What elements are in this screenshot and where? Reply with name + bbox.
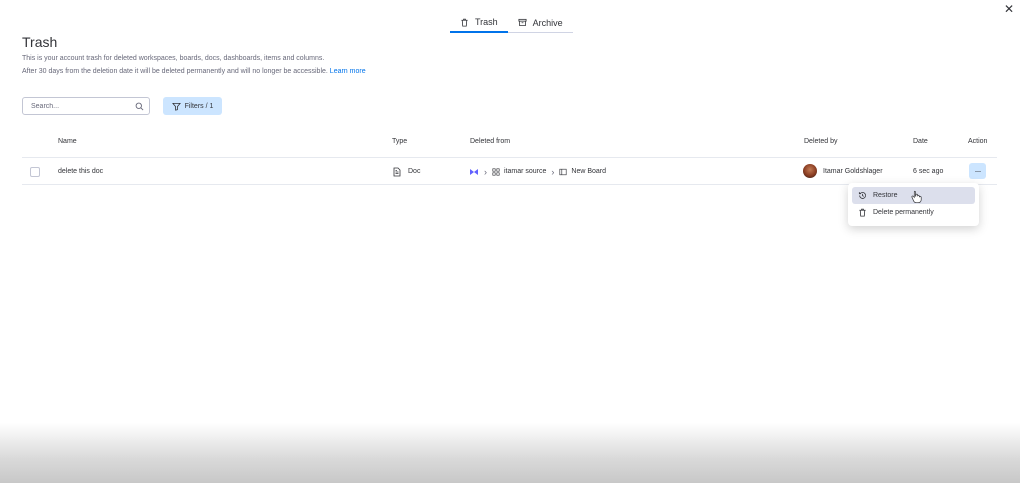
avatar [803,164,817,178]
description-line-1: This is your account trash for deleted w… [22,55,325,62]
description-line-2: After 30 days from the deletion date it … [22,68,366,75]
column-header-name: Name [58,138,77,145]
row-date: 6 sec ago [913,168,944,175]
column-header-action: Action [968,138,988,145]
filters-label: Filters / 1 [184,102,214,110]
tab-trash-label: Trash [475,17,498,27]
column-header-date: Date [913,138,928,145]
chevron-right-icon: › [484,166,487,177]
menu-item-delete-permanently[interactable]: Delete permanently [852,204,975,221]
filters-button[interactable]: Filters / 1 [163,97,222,115]
path-workspace[interactable]: itamar source [504,168,546,175]
description-line-2-text: After 30 days from the deletion date it … [22,68,328,75]
search-box [22,97,150,115]
path-board[interactable]: New Board [571,168,606,175]
row-deleted-from: › itamar source › New Board [469,166,606,177]
column-header-type: Type [392,138,408,145]
row-type-label: Doc [408,168,421,175]
restore-icon [858,192,866,199]
row-checkbox[interactable] [30,167,40,177]
menu-item-restore-label: Restore [873,192,898,199]
board-icon [559,168,567,175]
trash-icon [461,18,468,27]
search-input[interactable] [31,102,131,110]
learn-more-link[interactable]: Learn more [330,68,366,75]
tab-archive[interactable]: Archive [507,13,573,33]
row-name[interactable]: delete this doc [58,166,103,177]
workspace-icon[interactable] [469,167,479,177]
page-title: Trash [22,34,58,50]
tab-bar: Trash Archive [450,13,573,34]
row-type: Doc [392,166,420,177]
column-header-deleted-from: Deleted from [470,138,511,145]
filter-icon [171,102,181,111]
column-header-deleted-by: Deleted by [804,138,838,145]
menu-item-delete-label: Delete permanently [873,209,934,216]
bottom-fade [0,423,1020,483]
row-action-menu-button[interactable]: ··· [969,163,986,179]
chevron-right-icon: › [551,166,555,177]
header-divider [22,157,997,158]
doc-icon [393,167,401,176]
board-grid-icon [492,167,500,176]
row-deleted-by: Itamar Goldshlager [803,164,883,178]
close-icon[interactable]: ✕ [1003,3,1015,15]
tab-trash[interactable]: Trash [450,13,508,33]
search-icon[interactable] [135,102,144,111]
trash-icon [859,208,866,217]
archive-icon [518,18,527,27]
tab-archive-label: Archive [532,17,563,28]
row-deleted-by-name: Itamar Goldshlager [823,167,883,175]
hand-cursor-icon [911,190,922,203]
